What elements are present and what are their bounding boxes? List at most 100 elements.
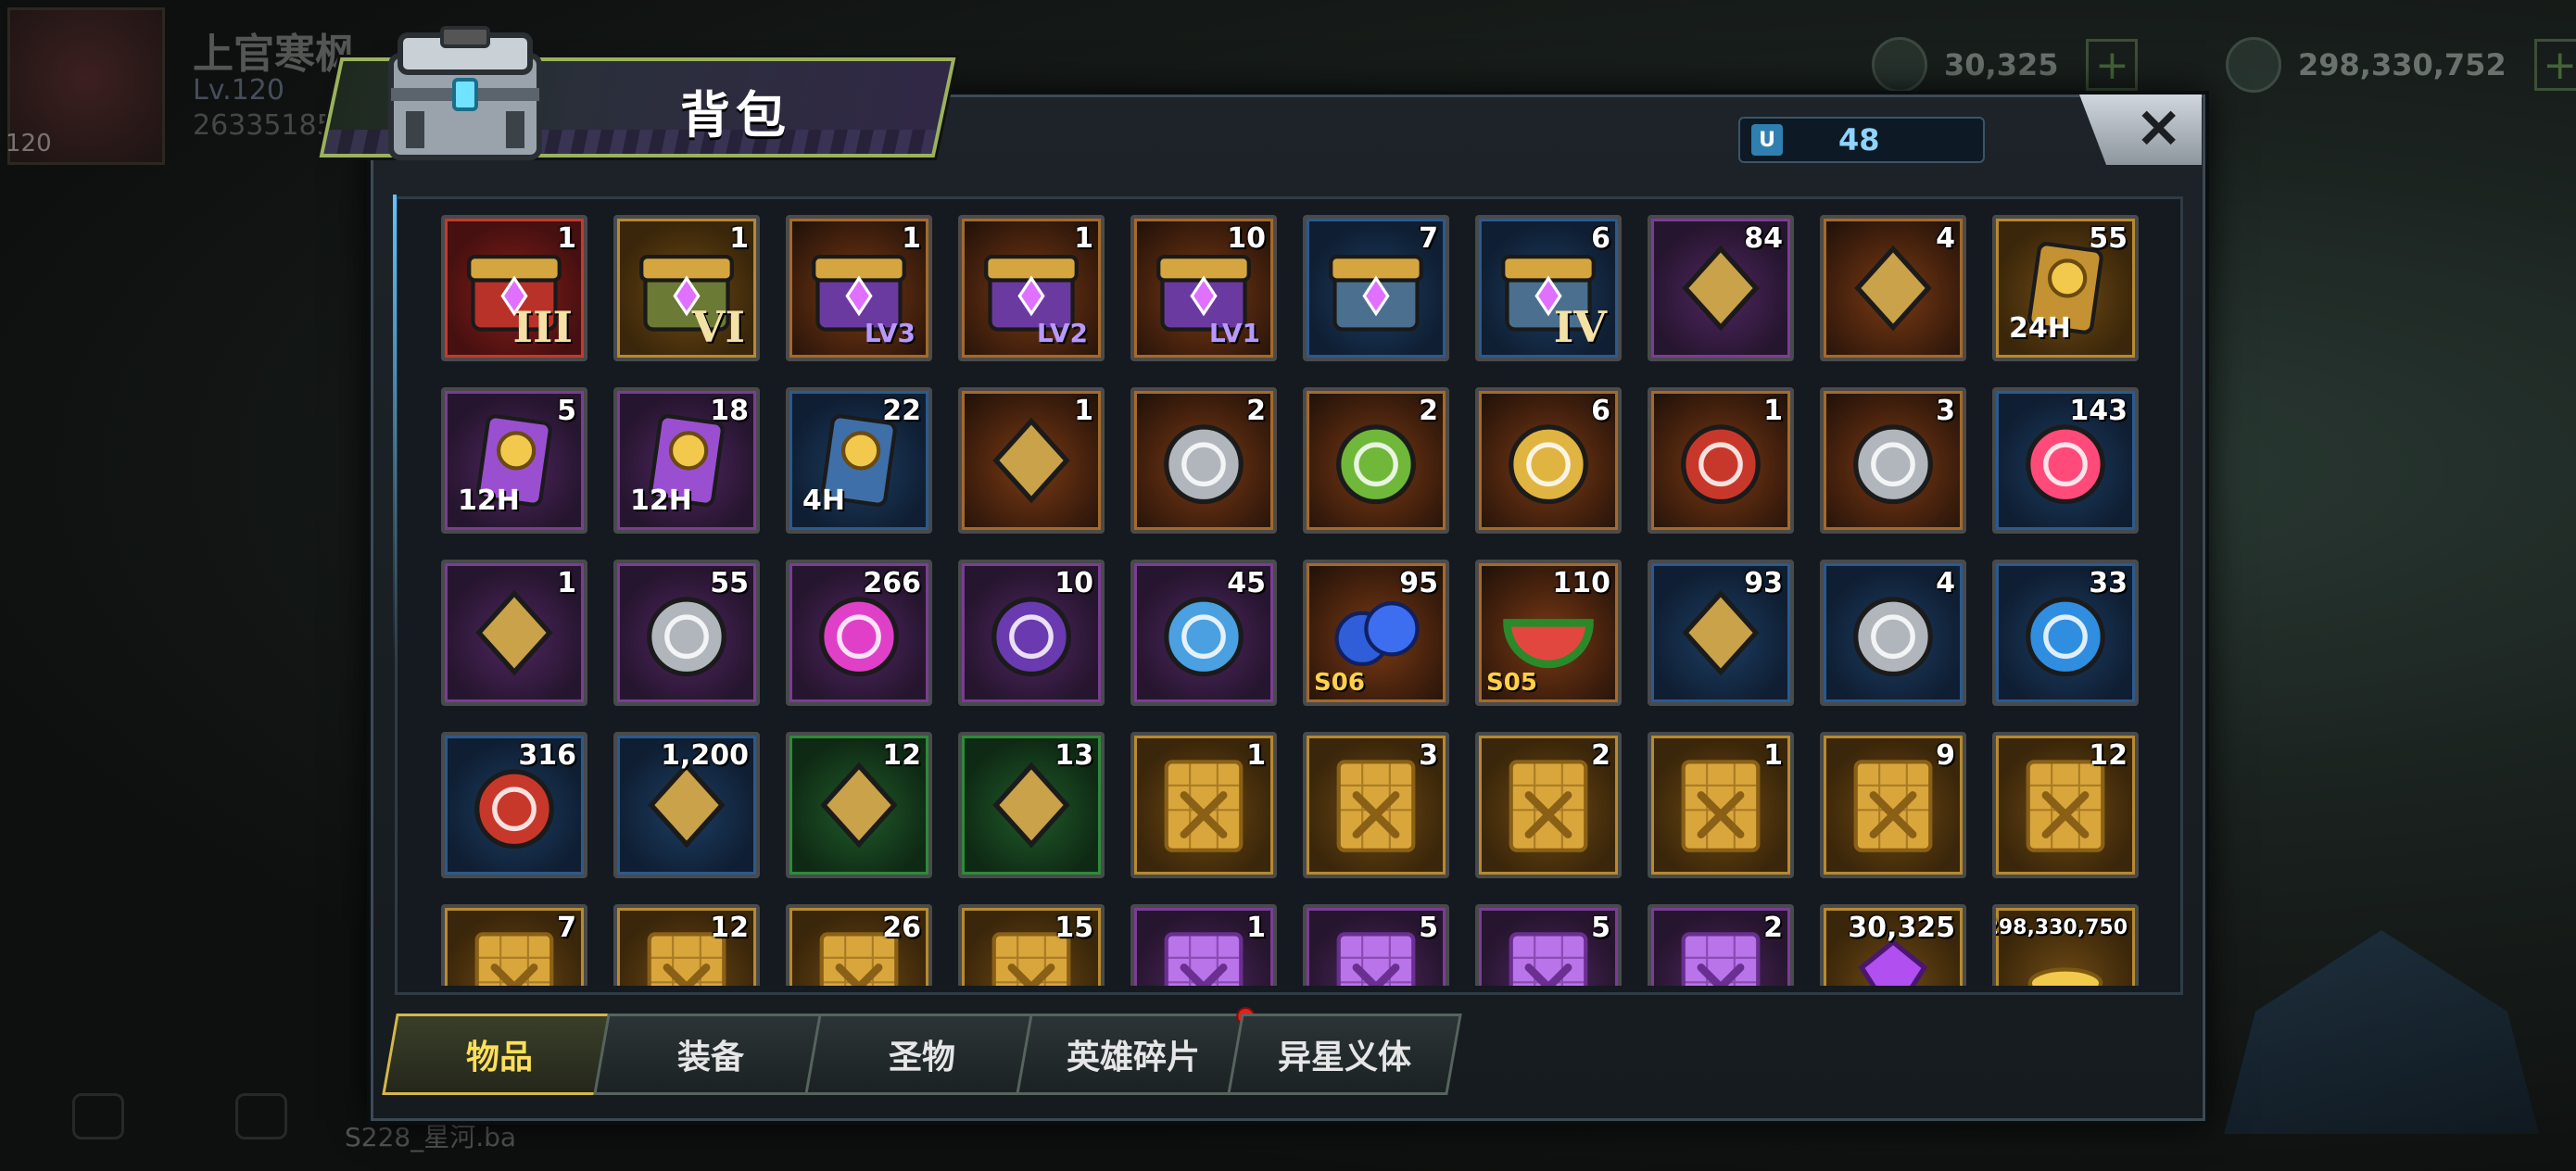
item-quantity: 7 bbox=[557, 912, 576, 944]
item-quantity: 1 bbox=[557, 222, 576, 255]
add-gold-button[interactable]: + bbox=[2533, 39, 2576, 91]
tab-label: 圣物 bbox=[888, 1039, 955, 1077]
silver-badge-icon bbox=[1164, 424, 1244, 505]
chat-preview: S228_星河.ba bbox=[345, 1122, 517, 1152]
inventory-slot[interactable]: III 1 bbox=[441, 215, 587, 361]
item-tier-label: IV bbox=[1553, 302, 1607, 352]
golden-globe-trophy-icon bbox=[1854, 245, 1932, 332]
inventory-slot[interactable]: 33 bbox=[1992, 560, 2139, 706]
gold-amount: 298,330,752 bbox=[2298, 47, 2507, 82]
inventory-slot[interactable]: 3 bbox=[1820, 387, 1966, 534]
inventory-slot[interactable]: 24H 55 bbox=[1992, 215, 2139, 361]
add-gem-button[interactable]: + bbox=[2086, 39, 2139, 91]
inventory-slot[interactable]: S05 110 bbox=[1475, 560, 1622, 706]
inventory-slot[interactable]: 12H 5 bbox=[441, 387, 587, 534]
inventory-slot[interactable]: 12 bbox=[613, 904, 760, 986]
inventory-slot[interactable]: 266 bbox=[786, 560, 932, 706]
inventory-slot[interactable]: 12 bbox=[786, 732, 932, 878]
tab-4[interactable]: 异星义体 bbox=[1227, 1014, 1462, 1095]
gold-resource: 298,330,752 + bbox=[2226, 37, 2576, 93]
inventory-slot[interactable]: 1 bbox=[441, 560, 587, 706]
inventory-slot[interactable]: 1 bbox=[1130, 732, 1277, 878]
inventory-slot[interactable]: 26 bbox=[786, 904, 932, 986]
inventory-slot[interactable]: 7 bbox=[441, 904, 587, 986]
tab-label: 物品 bbox=[465, 1039, 533, 1077]
inventory-slot[interactable]: 1 bbox=[1130, 904, 1277, 986]
item-quantity: 266 bbox=[863, 567, 921, 599]
inventory-slot[interactable]: 6 bbox=[1475, 387, 1622, 534]
inventory-slot[interactable]: 7 bbox=[1303, 215, 1449, 361]
item-quantity: 143 bbox=[2069, 395, 2128, 427]
inventory-slot[interactable]: 316 bbox=[441, 732, 587, 878]
inventory-slot[interactable]: 2 bbox=[1303, 387, 1449, 534]
gold-blueprint-glasses-icon bbox=[1853, 760, 1933, 852]
friends-icon bbox=[72, 1093, 124, 1140]
inventory-slot[interactable]: LV3 1 bbox=[786, 215, 932, 361]
inventory-slot[interactable]: 9 bbox=[1820, 732, 1966, 878]
tab-1[interactable]: 装备 bbox=[593, 1014, 828, 1095]
tab-3[interactable]: 英雄碎片 bbox=[1016, 1007, 1256, 1095]
inventory-slot[interactable]: 55 bbox=[613, 560, 760, 706]
inventory-slot[interactable]: 4H 22 bbox=[786, 387, 932, 534]
inventory-slot[interactable]: 45 bbox=[1130, 560, 1277, 706]
inventory-slot[interactable]: 15 bbox=[958, 904, 1105, 986]
inventory-slot[interactable]: 3 bbox=[1303, 732, 1449, 878]
purple-blueprint-icon bbox=[1681, 932, 1761, 986]
item-quantity: 1 bbox=[1246, 739, 1266, 772]
inventory-slot[interactable]: 13 bbox=[958, 732, 1105, 878]
item-tier-label: III bbox=[512, 302, 573, 352]
item-quantity: 4 bbox=[1936, 567, 1955, 599]
inventory-slot[interactable]: S06 95 bbox=[1303, 560, 1449, 706]
tab-label: 英雄碎片 bbox=[1066, 1039, 1200, 1077]
inventory-slot[interactable]: 1 bbox=[1648, 387, 1794, 534]
game-screen: 120 上官寒枫 Lv.120 26335185 30,325 + 298,33… bbox=[0, 0, 2576, 1171]
inventory-slot[interactable]: 2 bbox=[1648, 904, 1794, 986]
player-level: Lv.120 bbox=[193, 74, 284, 107]
item-quantity: 55 bbox=[2089, 222, 2128, 255]
inventory-slot[interactable]: 5 bbox=[1475, 904, 1622, 986]
golden-shard-icon bbox=[992, 417, 1070, 504]
item-quantity: 6 bbox=[1591, 222, 1610, 255]
inventory-slot[interactable]: 143 bbox=[1992, 387, 2139, 534]
tab-2[interactable]: 圣物 bbox=[804, 1014, 1040, 1095]
inventory-slot[interactable]: IV 6 bbox=[1475, 215, 1622, 361]
inventory-slot[interactable]: 4 bbox=[1820, 215, 1966, 361]
inventory-slot[interactable]: 84 bbox=[1648, 215, 1794, 361]
item-quantity: 1 bbox=[1763, 739, 1783, 772]
inventory-slot[interactable]: LV2 1 bbox=[958, 215, 1105, 361]
inventory-slot[interactable]: 12 bbox=[1992, 732, 2139, 878]
tab-0[interactable]: 物品 bbox=[382, 1014, 617, 1095]
item-grid[interactable]: III 1 VI 1 LV3 1 LV2 1 LV1 10 7 IV 6 84 4 24H 55 12H 5 12H 1… bbox=[413, 208, 2163, 986]
inventory-slot[interactable]: VI 1 bbox=[613, 215, 760, 361]
inventory-slot[interactable]: 4 bbox=[1820, 560, 1966, 706]
purple-blueprint-icon bbox=[1164, 932, 1244, 986]
inventory-slot[interactable]: 298,330,750 bbox=[1992, 904, 2139, 986]
item-quantity: 45 bbox=[1227, 567, 1266, 599]
gold-blueprint-icon bbox=[474, 932, 554, 986]
inventory-slot[interactable]: 2 bbox=[1130, 387, 1277, 534]
item-quantity: 5 bbox=[1419, 912, 1438, 944]
item-tier-label: 12H bbox=[458, 485, 520, 517]
inventory-slot[interactable]: LV1 10 bbox=[1130, 215, 1277, 361]
tab-label: 异星义体 bbox=[1277, 1039, 1411, 1077]
inventory-slot[interactable]: 5 bbox=[1303, 904, 1449, 986]
inventory-slot[interactable]: 12H 18 bbox=[613, 387, 760, 534]
item-quantity: 1 bbox=[1074, 222, 1093, 255]
inventory-slot[interactable]: 93 bbox=[1648, 560, 1794, 706]
item-quantity: 7 bbox=[1419, 222, 1438, 255]
inventory-slot[interactable]: 10 bbox=[958, 560, 1105, 706]
inventory-slot[interactable]: 1 bbox=[1648, 732, 1794, 878]
item-quantity: 5 bbox=[1591, 912, 1610, 944]
inventory-slot[interactable]: 30,325 bbox=[1820, 904, 1966, 986]
purple-cube-icon bbox=[475, 589, 553, 676]
inventory-slot[interactable]: 1,200 bbox=[613, 732, 760, 878]
gold-blueprint-glasses-icon bbox=[1509, 760, 1588, 852]
inventory-slot[interactable]: 2 bbox=[1475, 732, 1622, 878]
item-quantity: 10 bbox=[1227, 222, 1266, 255]
inventory-slot[interactable]: 1 bbox=[958, 387, 1105, 534]
item-quantity: 3 bbox=[1936, 395, 1955, 427]
close-icon: ✕ bbox=[2136, 99, 2181, 159]
gem-amount: 30,325 bbox=[1944, 47, 2059, 82]
backpack-capacity-icon: U bbox=[1751, 124, 1783, 156]
item-quantity: 9 bbox=[1936, 739, 1955, 772]
